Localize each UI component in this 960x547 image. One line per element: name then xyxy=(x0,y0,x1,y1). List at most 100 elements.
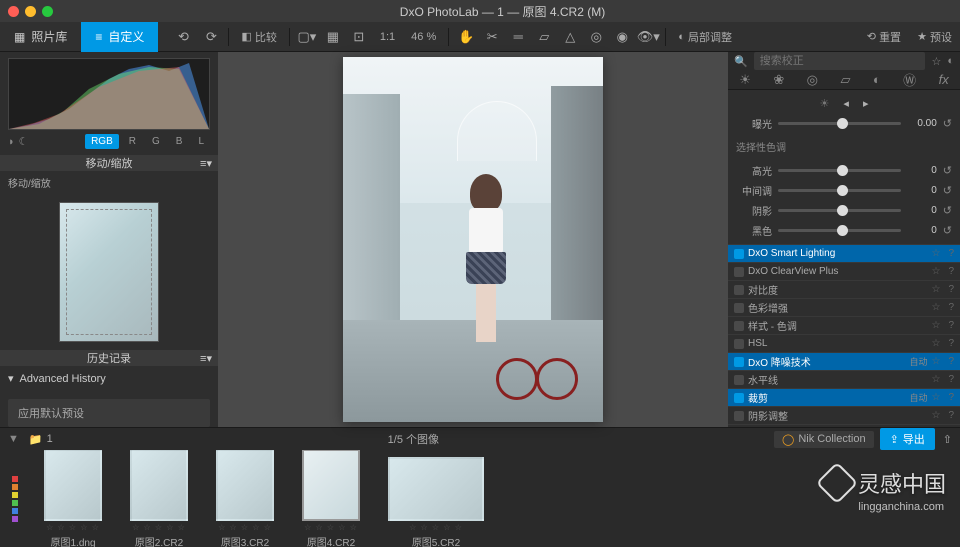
hand-tool-icon[interactable]: ✋ xyxy=(453,25,479,49)
nik-collection-button[interactable]: ◯ Nik Collection xyxy=(774,431,874,448)
slider-midtones[interactable]: 中间调 0 ↺ xyxy=(736,180,952,200)
slider-exposure[interactable]: 曝光 0.00 ↺ xyxy=(736,113,952,133)
filmstrip-item[interactable]: ☆ ☆ ☆ ☆ ☆原图1.dng xyxy=(44,450,102,547)
tab-customize[interactable]: ≡ 自定义 xyxy=(81,22,158,52)
preview-icon[interactable]: 👁▾ xyxy=(635,25,661,49)
slider-shadows[interactable]: 阴影 0 ↺ xyxy=(736,200,952,220)
help-icon[interactable]: ? xyxy=(948,266,954,277)
history-item[interactable]: 应用默认预设 xyxy=(8,399,210,427)
menu-icon[interactable]: ≡▾ xyxy=(200,352,212,365)
channel-rgb[interactable]: RGB xyxy=(85,134,119,149)
horizon-tool-icon[interactable]: ═ xyxy=(505,25,531,49)
tool-row[interactable]: 对比度☆? xyxy=(728,280,960,298)
star-icon[interactable]: ☆ xyxy=(931,320,940,331)
tool-switch-icon[interactable] xyxy=(734,411,744,421)
slider-blacks[interactable]: 黑色 0 ↺ xyxy=(736,220,952,240)
help-icon[interactable]: ? xyxy=(948,392,954,403)
local-adjustments-button[interactable]: ◐ 局部调整 xyxy=(670,25,740,49)
shadow-clip-icon[interactable]: ◗ xyxy=(8,136,15,148)
star-icon[interactable]: ☆ xyxy=(931,338,940,349)
tool-row[interactable]: Instant Watermarking☆? xyxy=(728,424,960,427)
folder-icon[interactable]: 📁 xyxy=(29,433,43,446)
tool-row[interactable]: 样式 - 色调☆? xyxy=(728,316,960,334)
tool-row[interactable]: 阴影调整☆? xyxy=(728,406,960,424)
help-icon[interactable]: ? xyxy=(948,248,954,259)
tool-row[interactable]: HSL☆? xyxy=(728,334,960,352)
close-icon[interactable] xyxy=(8,6,19,17)
repair-tool-icon[interactable]: ◎ xyxy=(583,25,609,49)
local-tab-icon[interactable]: ◐ xyxy=(873,72,881,87)
reset-icon[interactable]: ↺ xyxy=(943,224,952,237)
chevron-down-icon[interactable]: ▾ xyxy=(8,372,14,385)
star-icon[interactable]: ☆ xyxy=(931,302,940,313)
crop-tool-icon[interactable]: ✂ xyxy=(479,25,505,49)
star-icon[interactable]: ☆ xyxy=(931,266,940,277)
tab-library[interactable]: ▦ 照片库 xyxy=(0,22,81,52)
tool-switch-icon[interactable] xyxy=(734,267,744,277)
keystone-tool-icon[interactable]: △ xyxy=(557,25,583,49)
reset-icon[interactable]: ↺ xyxy=(943,164,952,177)
star-icon[interactable]: ☆ xyxy=(931,248,940,259)
share-icon[interactable]: ⇧ xyxy=(943,433,952,446)
tool-switch-icon[interactable] xyxy=(734,321,744,331)
tool-row[interactable]: 裁剪自动☆? xyxy=(728,388,960,406)
tool-row[interactable]: DxO ClearView Plus☆? xyxy=(728,262,960,280)
star-icon[interactable]: ☆ xyxy=(931,374,940,385)
help-icon[interactable]: ? xyxy=(948,284,954,295)
tool-switch-icon[interactable] xyxy=(734,357,744,367)
star-icon[interactable]: ☆ xyxy=(931,284,940,295)
tool-switch-icon[interactable] xyxy=(734,249,744,259)
help-icon[interactable]: ? xyxy=(948,374,954,385)
channel-b[interactable]: B xyxy=(170,134,189,149)
undo-button[interactable]: ⟲ xyxy=(170,25,196,49)
fx-tab-icon[interactable]: fx xyxy=(939,72,949,87)
tool-row[interactable]: DxO 降噪技术自动☆? xyxy=(728,352,960,370)
slider-highlights[interactable]: 高光 0 ↺ xyxy=(736,160,952,180)
channel-r[interactable]: R xyxy=(123,134,142,149)
tool-row[interactable]: 水平线☆? xyxy=(728,370,960,388)
help-icon[interactable]: ? xyxy=(948,320,954,331)
filter-icon[interactable]: ▼ xyxy=(8,433,19,445)
rating-stars[interactable]: ☆ ☆ ☆ ☆ ☆ xyxy=(132,523,186,532)
tool-switch-icon[interactable] xyxy=(734,285,744,295)
zoom-1to1-button[interactable]: 1:1 xyxy=(372,25,403,49)
star-icon[interactable]: ☆ xyxy=(931,410,940,421)
help-icon[interactable]: ? xyxy=(948,410,954,421)
reset-icon[interactable]: ↺ xyxy=(943,204,952,217)
star-icon[interactable]: ☆ xyxy=(931,55,941,68)
move-zoom-header[interactable]: 移动/缩放 ≡▾ xyxy=(0,155,218,171)
presets-button[interactable]: ★ 预设 xyxy=(909,25,960,49)
chevron-left-icon[interactable]: ◂ xyxy=(843,97,849,110)
navigator-thumb[interactable] xyxy=(0,194,218,350)
star-icon[interactable]: ☆ xyxy=(931,356,940,367)
color-tab-icon[interactable]: ❀ xyxy=(773,72,784,88)
filmstrip-item[interactable]: ☆ ☆ ☆ ☆ ☆原图3.CR2 xyxy=(216,450,274,547)
redeye-tool-icon[interactable]: ◉ xyxy=(609,25,635,49)
tool-switch-icon[interactable] xyxy=(734,393,744,403)
help-icon[interactable]: ? xyxy=(948,338,954,349)
rating-stars[interactable]: ☆ ☆ ☆ ☆ ☆ xyxy=(409,523,463,532)
tool-switch-icon[interactable] xyxy=(734,375,744,385)
reset-button[interactable]: ⟲ 重置 xyxy=(859,25,909,49)
layout-button[interactable]: ▢▾ xyxy=(294,25,320,49)
reset-icon[interactable]: ↺ xyxy=(943,117,952,130)
moon-icon[interactable]: ☾ xyxy=(19,135,29,148)
geometry-tab-icon[interactable]: ▱ xyxy=(840,72,850,88)
watermark-tab-icon[interactable]: Ⓦ xyxy=(903,70,916,89)
rating-stars[interactable]: ☆ ☆ ☆ ☆ ☆ xyxy=(304,523,358,532)
export-button[interactable]: ⇪ 导出 xyxy=(880,428,935,450)
rating-stars[interactable]: ☆ ☆ ☆ ☆ ☆ xyxy=(46,523,100,532)
filmstrip-item[interactable]: ☆ ☆ ☆ ☆ ☆原图4.CR2 xyxy=(302,450,360,547)
history-header[interactable]: 历史记录 ≡▾ xyxy=(0,350,218,366)
image-viewer[interactable] xyxy=(218,52,728,427)
tool-row[interactable]: DxO Smart Lighting☆? xyxy=(728,244,960,262)
filmstrip-item[interactable]: ☆ ☆ ☆ ☆ ☆原图2.CR2 xyxy=(130,450,188,547)
channel-l[interactable]: L xyxy=(192,134,210,149)
menu-icon[interactable]: ≡▾ xyxy=(200,157,212,170)
compare-button[interactable]: ◧ 比较 xyxy=(233,25,284,49)
grid-overlay-button[interactable]: ▦ xyxy=(320,25,346,49)
help-icon[interactable]: ? xyxy=(948,356,954,367)
search-input[interactable] xyxy=(754,52,926,70)
redo-button[interactable]: ⟳ xyxy=(198,25,224,49)
reset-icon[interactable]: ↺ xyxy=(943,184,952,197)
